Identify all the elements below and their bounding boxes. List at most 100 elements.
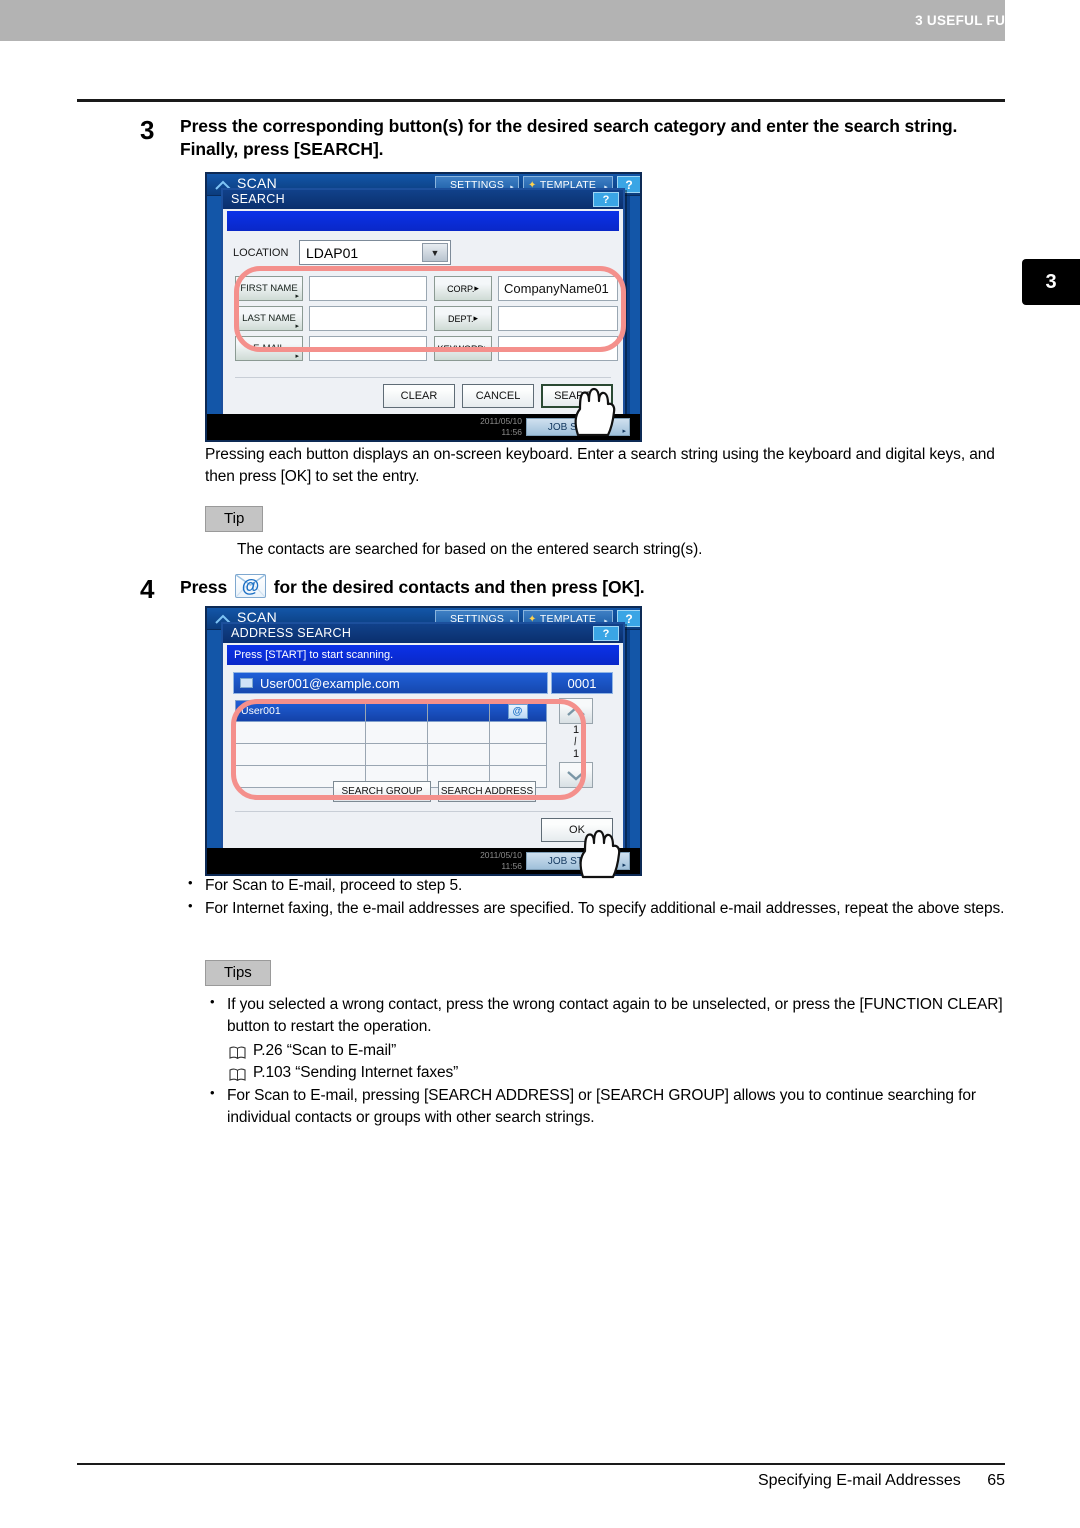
status-timestamp: 2011/05/10 11:56 bbox=[480, 850, 522, 871]
job-status-button[interactable]: JOB STATUS ▸ bbox=[526, 852, 630, 870]
last-name-button-label: LAST NAME bbox=[242, 313, 296, 324]
chevron-down-icon[interactable]: ▼ bbox=[422, 243, 448, 262]
email-button[interactable]: E-MAIL ▸ bbox=[235, 336, 303, 361]
page-total: 1 bbox=[572, 748, 580, 761]
chevron-right-icon: ▸ bbox=[622, 428, 626, 435]
search-field-row: LAST NAME ▸ DEPT. ▸ bbox=[235, 306, 618, 331]
table-row[interactable] bbox=[235, 744, 547, 766]
last-name-field[interactable] bbox=[309, 306, 427, 331]
screenshot-address-search-panel: SCAN ADDRESS BOOK SETTINGS ▸ ✦ TEMPLATE … bbox=[205, 606, 642, 879]
corp-field[interactable]: CompanyName01 bbox=[498, 276, 618, 301]
status-timestamp: 2011/05/10 11:56 bbox=[480, 416, 522, 437]
dept-field[interactable] bbox=[498, 306, 618, 331]
search-button[interactable]: SEARCH bbox=[541, 384, 613, 408]
dept-button-label: DEPT. bbox=[447, 313, 474, 324]
page-current: 1 bbox=[572, 724, 580, 736]
table-row[interactable] bbox=[235, 722, 547, 744]
book-icon bbox=[229, 1066, 246, 1082]
contact-name bbox=[236, 722, 366, 743]
first-name-button[interactable]: FIRST NAME ▸ bbox=[235, 276, 303, 301]
keyword-button: KEYWORD ▸ bbox=[434, 336, 492, 361]
dept-button[interactable]: DEPT. ▸ bbox=[434, 306, 492, 331]
step-3: 3 Press the corresponding button(s) for … bbox=[140, 115, 1020, 161]
contact-col2 bbox=[366, 722, 428, 743]
keyword-field[interactable] bbox=[498, 336, 618, 361]
selected-count-badge: 0001 bbox=[551, 672, 613, 694]
book-icon bbox=[229, 1044, 246, 1060]
contact-badge-cell bbox=[490, 744, 545, 765]
email-field[interactable] bbox=[309, 336, 427, 361]
chevron-right-icon: ▸ bbox=[473, 313, 479, 323]
page-down-button[interactable] bbox=[559, 762, 593, 789]
panel-status-bar: 2011/05/10 11:56 JOB STATUS ▸ bbox=[207, 414, 640, 440]
contact-col3 bbox=[428, 701, 490, 721]
email-at-icon[interactable]: @ bbox=[507, 703, 528, 719]
ok-button[interactable]: OK bbox=[541, 818, 613, 842]
page-up-button[interactable] bbox=[559, 698, 593, 724]
chevron-right-icon: ▸ bbox=[422, 794, 426, 801]
location-row: LOCATION LDAP01 ▼ bbox=[233, 240, 451, 265]
mfp-touch-panel: SCAN ADDRESS BOOK SETTINGS ▸ ✦ TEMPLATE … bbox=[205, 606, 642, 876]
location-select[interactable]: LDAP01 ▼ bbox=[299, 240, 451, 265]
first-name-field[interactable] bbox=[309, 276, 427, 301]
list-pager: 1 / 1 bbox=[555, 698, 597, 789]
search-group-label: SEARCH GROUP bbox=[341, 786, 423, 797]
search-dialog-actions: CLEAR CANCEL SEARCH bbox=[383, 384, 613, 408]
at-symbol: @ bbox=[241, 576, 260, 596]
list-item: If you selected a wrong contact, press t… bbox=[205, 993, 1017, 1039]
list-item: For Scan to E-mail, proceed to step 5. bbox=[183, 874, 1013, 897]
corp-button[interactable]: CORP. ▸ bbox=[434, 276, 492, 301]
footer-page-number: 65 bbox=[987, 1472, 1005, 1489]
footer-section-title: Specifying E-mail Addresses bbox=[757, 1472, 961, 1489]
search-group-button[interactable]: SEARCH GROUP ▸ bbox=[333, 781, 431, 802]
selected-address-text: User001@example.com bbox=[260, 675, 400, 691]
search-address-button[interactable]: SEARCH ADDRESS ▸ bbox=[438, 781, 536, 802]
chevron-right-icon: ▸ bbox=[295, 293, 299, 300]
dialog-help-button[interactable]: ? bbox=[593, 192, 619, 207]
selected-address-row: User001@example.com 0001 bbox=[233, 672, 613, 694]
contact-badge-cell: @ bbox=[490, 701, 545, 721]
cancel-button[interactable]: CANCEL bbox=[462, 384, 534, 408]
chevron-right-icon: ▸ bbox=[295, 353, 299, 360]
reference-link[interactable]: P.103 “Sending Internet faxes” bbox=[227, 1062, 1017, 1084]
running-header-title: 3 USEFUL FUNCTIONS bbox=[915, 13, 1068, 28]
panel-status-bar: 2011/05/10 11:56 JOB STATUS ▸ bbox=[207, 848, 640, 874]
contact-badge-cell bbox=[490, 722, 545, 743]
dialog-help-button[interactable]: ? bbox=[593, 626, 619, 641]
contact-col3 bbox=[428, 744, 490, 765]
selected-address[interactable]: User001@example.com bbox=[233, 672, 548, 694]
keyword-button-label: KEYWORD bbox=[437, 343, 484, 354]
mfp-touch-panel: SCAN ADDRESS BOOK SETTINGS ▸ ✦ TEMPLATE … bbox=[205, 172, 642, 442]
list-item: For Scan to E-mail, pressing [SEARCH ADD… bbox=[205, 1084, 1017, 1130]
table-row[interactable]: User001 @ bbox=[235, 700, 547, 722]
status-date: 2011/05/10 bbox=[480, 416, 522, 426]
location-select-value: LDAP01 bbox=[306, 244, 359, 261]
panel-right-rail bbox=[630, 630, 640, 848]
mail-icon bbox=[240, 678, 253, 688]
step-4-text-after: for the desired contacts and then press … bbox=[273, 577, 645, 597]
address-search-actions: OK bbox=[541, 818, 613, 842]
dialog-separator bbox=[235, 377, 611, 378]
contact-col2 bbox=[366, 744, 428, 765]
clear-button[interactable]: CLEAR bbox=[383, 384, 455, 408]
search-field-grid: FIRST NAME ▸ CORP. ▸ CompanyName01 LAST … bbox=[235, 276, 618, 366]
panel-right-rail bbox=[630, 196, 640, 414]
chevron-right-icon: ▸ bbox=[527, 794, 531, 801]
search-dialog-body: LOCATION LDAP01 ▼ FIRST NAME ▸ CORP. ▸ C… bbox=[227, 234, 619, 414]
contact-name bbox=[236, 744, 366, 765]
email-button-label: E-MAIL bbox=[253, 343, 285, 354]
search-field-row: E-MAIL ▸ KEYWORD ▸ bbox=[235, 336, 618, 361]
top-divider-rule bbox=[77, 99, 1005, 102]
bullet-list-after-step-4: For Scan to E-mail, proceed to step 5. F… bbox=[183, 874, 1013, 922]
dialog-separator bbox=[235, 811, 611, 812]
job-status-button[interactable]: JOB STATUS ▸ bbox=[526, 418, 630, 436]
tips-label: Tips bbox=[205, 960, 271, 986]
last-name-button[interactable]: LAST NAME ▸ bbox=[235, 306, 303, 331]
step-4-number: 4 bbox=[140, 574, 155, 604]
reference-link[interactable]: P.26 “Scan to E-mail” bbox=[227, 1040, 1017, 1062]
search-dialog-title: SEARCH bbox=[223, 190, 623, 209]
location-label: LOCATION bbox=[233, 246, 289, 259]
step-3-text: Press the corresponding button(s) for th… bbox=[180, 116, 958, 160]
corp-button-label: CORP. bbox=[447, 283, 475, 294]
status-date: 2011/05/10 bbox=[480, 850, 522, 860]
